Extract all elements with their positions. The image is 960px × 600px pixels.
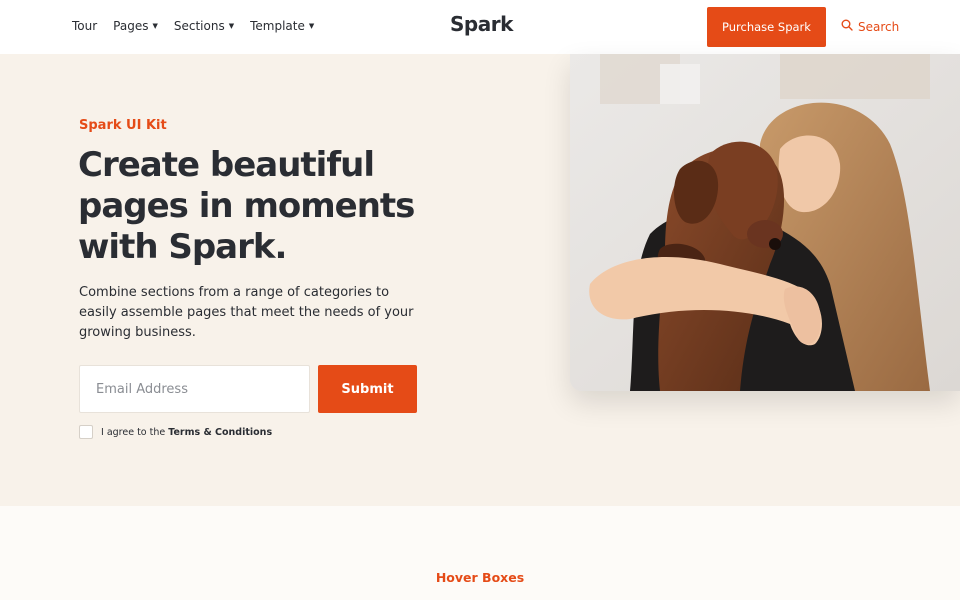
search-label: Search bbox=[858, 19, 900, 34]
main-nav: Tour Pages ▼ Sections ▼ Template ▼ bbox=[72, 19, 330, 33]
hover-boxes-section bbox=[0, 506, 960, 600]
terms-checkbox[interactable] bbox=[79, 425, 93, 439]
hero-subtext: Combine sections from a range of categor… bbox=[79, 285, 414, 340]
nav-item-label: Tour bbox=[72, 19, 98, 33]
nav-item-label: Template bbox=[250, 19, 305, 33]
hero-photo bbox=[570, 54, 960, 391]
search-icon bbox=[841, 19, 853, 34]
caret-down-icon: ▼ bbox=[152, 21, 158, 30]
hero-headline: Create beautiful pages in moments with S… bbox=[78, 145, 415, 267]
site-logo[interactable]: Spark bbox=[450, 12, 513, 36]
nav-item-label: Pages bbox=[113, 19, 149, 33]
caret-down-icon: ▼ bbox=[228, 21, 235, 30]
search-link[interactable]: Search bbox=[841, 19, 899, 34]
submit-button[interactable]: Submit bbox=[318, 365, 417, 413]
hero-eyebrow: Spark UI Kit bbox=[79, 118, 167, 133]
nav-item-template[interactable]: Template ▼ bbox=[250, 19, 314, 33]
terms-link[interactable]: Terms & Conditions bbox=[168, 427, 272, 438]
email-field[interactable] bbox=[79, 365, 310, 413]
purchase-button[interactable]: Purchase Spark bbox=[707, 7, 826, 47]
terms-prefix: I agree to the bbox=[101, 426, 166, 438]
section-label: Hover Boxes bbox=[435, 570, 525, 585]
nav-item-pages[interactable]: Pages ▼ bbox=[113, 19, 158, 33]
caret-down-icon: ▼ bbox=[308, 21, 315, 30]
nav-item-tour[interactable]: Tour bbox=[72, 19, 97, 33]
site-header: Tour Pages ▼ Sections ▼ Template ▼ Spark… bbox=[0, 0, 960, 54]
terms-row: I agree to the Terms & Conditions bbox=[79, 425, 272, 439]
nav-item-label: Sections bbox=[173, 19, 225, 33]
nav-item-sections[interactable]: Sections ▼ bbox=[174, 19, 234, 33]
